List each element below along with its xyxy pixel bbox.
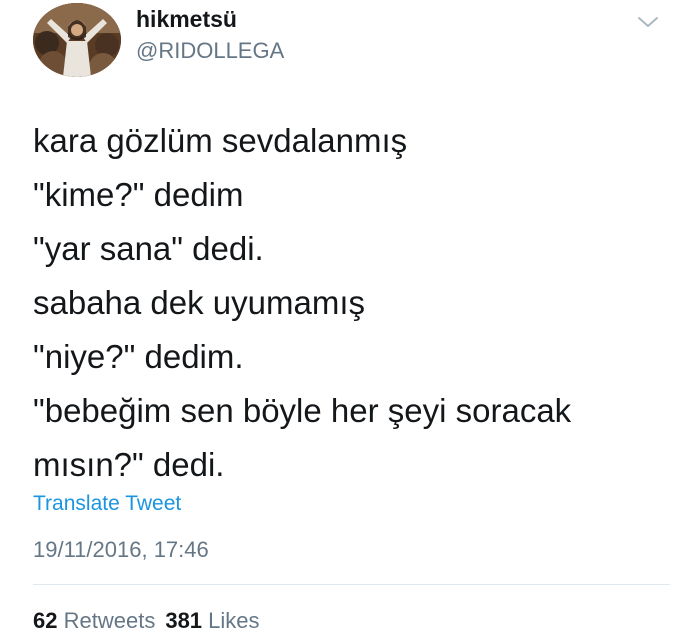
translate-tweet-link[interactable]: Translate Tweet — [33, 492, 181, 516]
tweet-line: "kime?" dedim — [33, 176, 244, 213]
user-handle[interactable]: @RIDOLLEGA — [136, 38, 284, 64]
tweet-stats: 62 Retweets 381 Likes — [33, 608, 270, 633]
tweet-line: mısın?" dedi. — [33, 446, 225, 483]
avatar[interactable] — [33, 3, 121, 77]
tweet-line: "niye?" dedim. — [33, 338, 244, 375]
likes-count: 381 — [165, 608, 203, 633]
tweet-line: "yar sana" dedi. — [33, 230, 264, 267]
retweets-count: 62 — [33, 608, 58, 633]
tweet-line: kara gözlüm sevdalanmış — [33, 122, 408, 159]
tweet-text: kara gözlüm sevdalanmış "kime?" dedim "y… — [33, 114, 673, 492]
likes-stat[interactable]: 381 Likes — [165, 608, 259, 633]
chevron-down-icon[interactable] — [636, 12, 660, 32]
avatar-image — [33, 3, 121, 77]
tweet-timestamp[interactable]: 19/11/2016, 17:46 — [33, 537, 209, 563]
tweet-line: sabaha dek uyumamış — [33, 284, 366, 321]
tweet-line: "bebeğim sen böyle her şeyi soracak — [33, 392, 572, 429]
display-name[interactable]: hikmetsü — [136, 6, 237, 33]
likes-label: Likes — [208, 608, 260, 633]
retweets-stat[interactable]: 62 Retweets — [33, 608, 155, 633]
retweets-label: Retweets — [63, 608, 156, 633]
divider — [33, 584, 670, 585]
